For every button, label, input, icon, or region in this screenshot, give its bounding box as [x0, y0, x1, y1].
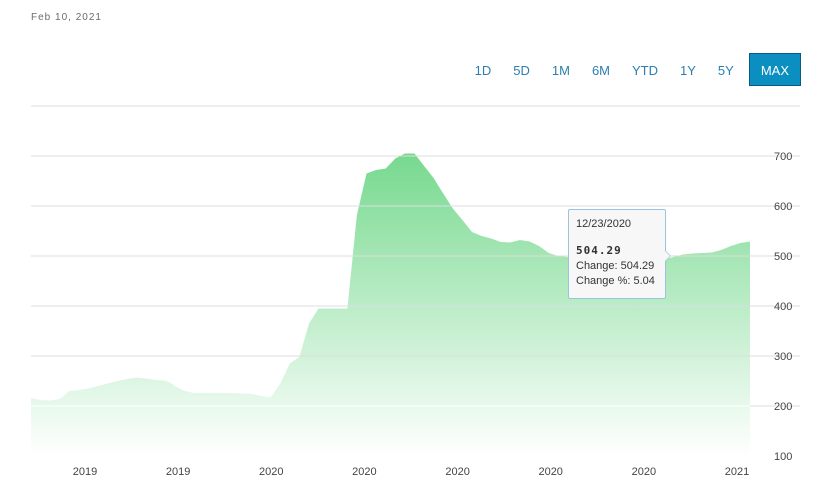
- x-tick-label-0: 2019: [73, 466, 97, 478]
- x-tick-label-4: 2020: [445, 466, 469, 478]
- y-tick-label-700: 700: [774, 151, 792, 163]
- x-tick-label-5: 2020: [538, 466, 562, 478]
- price-area: [31, 153, 750, 456]
- chart-tooltip: 12/23/2020 504.29 Change: 504.29 Change …: [568, 209, 666, 299]
- tooltip-change-percent: Change %: 5.04: [576, 275, 655, 287]
- y-tick-label-300: 300: [774, 351, 792, 363]
- tooltip-pointer-fill: [665, 251, 670, 261]
- y-tick-label-200: 200: [774, 401, 792, 413]
- x-tick-label-2: 2020: [259, 466, 283, 478]
- x-tick-label-6: 2020: [632, 466, 656, 478]
- y-tick-label-400: 400: [774, 301, 792, 313]
- y-tick-label-600: 600: [774, 201, 792, 213]
- x-tick-label-7: 2021: [725, 466, 749, 478]
- tooltip-date: 12/23/2020: [576, 218, 632, 230]
- y-tick-label-100: 100: [774, 451, 792, 463]
- tooltip-value: 504.29: [576, 244, 622, 257]
- x-tick-label-3: 2020: [352, 466, 376, 478]
- tooltip-change: Change: 504.29: [576, 260, 655, 272]
- price-chart[interactable]: 100 200 300 400 500 600 700 2019 2019 2020 2020 202…: [0, 0, 823, 491]
- x-tick-label-1: 2019: [166, 466, 190, 478]
- y-tick-label-500: 500: [774, 251, 792, 263]
